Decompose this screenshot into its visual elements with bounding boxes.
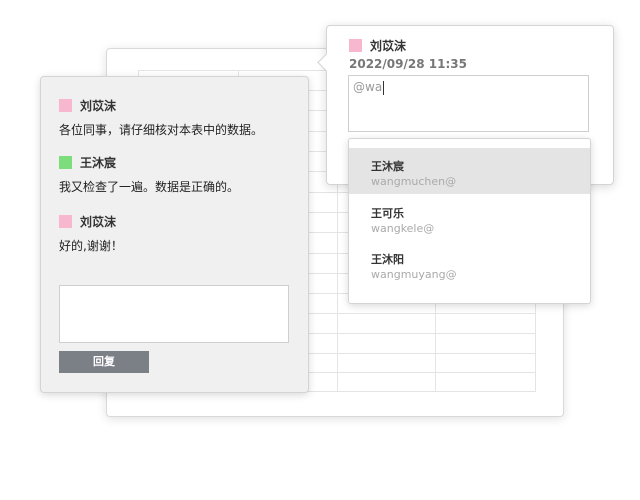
author-color-swatch [59,156,72,169]
comment-input-value: @wa [353,80,383,94]
comment-author: 刘苡沫 [80,215,117,229]
mention-option[interactable]: 王沐阳 wangmuyang@ [349,241,590,287]
comment-item: 王沐宸 我又检查了一遍。数据是正确的。 [59,154,239,195]
mention-name: 王沐宸 [371,160,404,173]
comment-text: 我又检查了一遍。数据是正确的。 [59,180,240,194]
mention-handle: wangmuyang@ [371,268,457,281]
comment-item: 刘苡沫 各位同事，请仔细核对本表中的数据。 [59,97,263,138]
mention-option[interactable]: 王沐宸 wangmuchen@ [349,148,590,194]
reply-input[interactable] [59,285,289,343]
comment-input[interactable]: @wa [348,75,589,132]
comment-author: 刘苡沫 [80,99,117,113]
author-color-swatch [59,215,72,228]
mention-handle: wangmuchen@ [371,175,457,188]
reply-button[interactable]: 回复 [59,351,149,373]
mention-suggestions-dropdown: 王沐宸 wangmuchen@ 王可乐 wangkele@ 王沐阳 wangmu… [348,138,591,304]
mention-name: 王沐阳 [371,253,404,266]
mention-name: 王可乐 [371,207,404,220]
comment-author: 王沐宸 [80,156,117,170]
comment-item: 刘苡沫 好的,谢谢！ [59,213,123,254]
text-cursor [383,80,385,95]
comment-text: 好的,谢谢！ [59,239,123,253]
mention-option[interactable]: 王可乐 wangkele@ [349,195,590,241]
comment-text: 各位同事，请仔细核对本表中的数据。 [59,123,264,137]
author-color-swatch [349,39,362,52]
comment-thread-panel: 刘苡沫 各位同事，请仔细核对本表中的数据。 王沐宸 我又检查了一遍。数据是正确的… [40,76,309,393]
comment-timestamp: 2022/09/28 11:35 [349,57,467,71]
author-color-swatch [59,99,72,112]
popup-author: 刘苡沫 [370,39,407,53]
mention-handle: wangkele@ [371,222,435,235]
